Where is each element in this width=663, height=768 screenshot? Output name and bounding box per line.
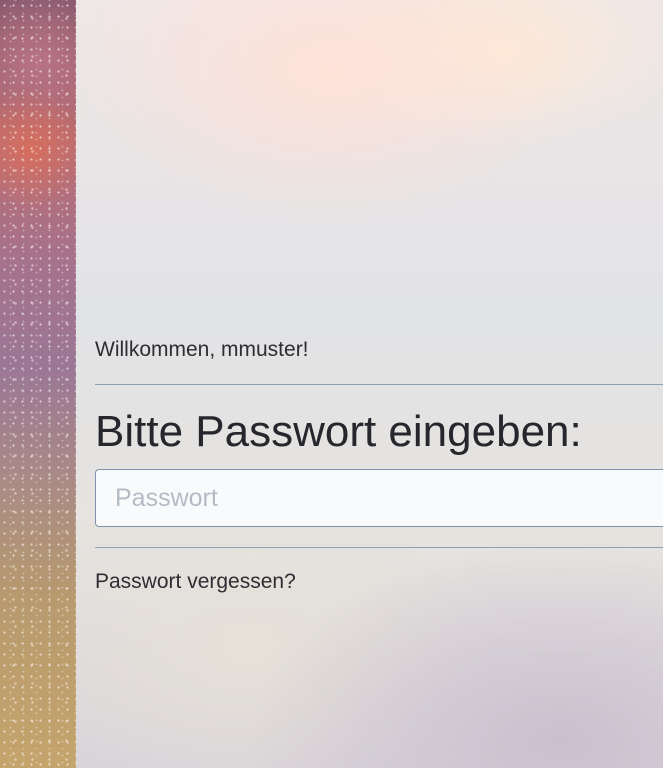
- sparkle-texture: [0, 0, 76, 768]
- login-panel: Willkommen, mmuster! Bitte Passwort eing…: [95, 0, 663, 768]
- divider-bottom: [95, 547, 663, 548]
- forgot-password-link[interactable]: Passwort vergessen?: [95, 570, 296, 594]
- password-input[interactable]: [95, 469, 663, 527]
- divider-top: [95, 384, 663, 385]
- side-wallpaper-strip: [0, 0, 76, 768]
- password-prompt-heading: Bitte Passwort eingeben:: [95, 407, 582, 456]
- welcome-message: Willkommen, mmuster!: [95, 338, 309, 361]
